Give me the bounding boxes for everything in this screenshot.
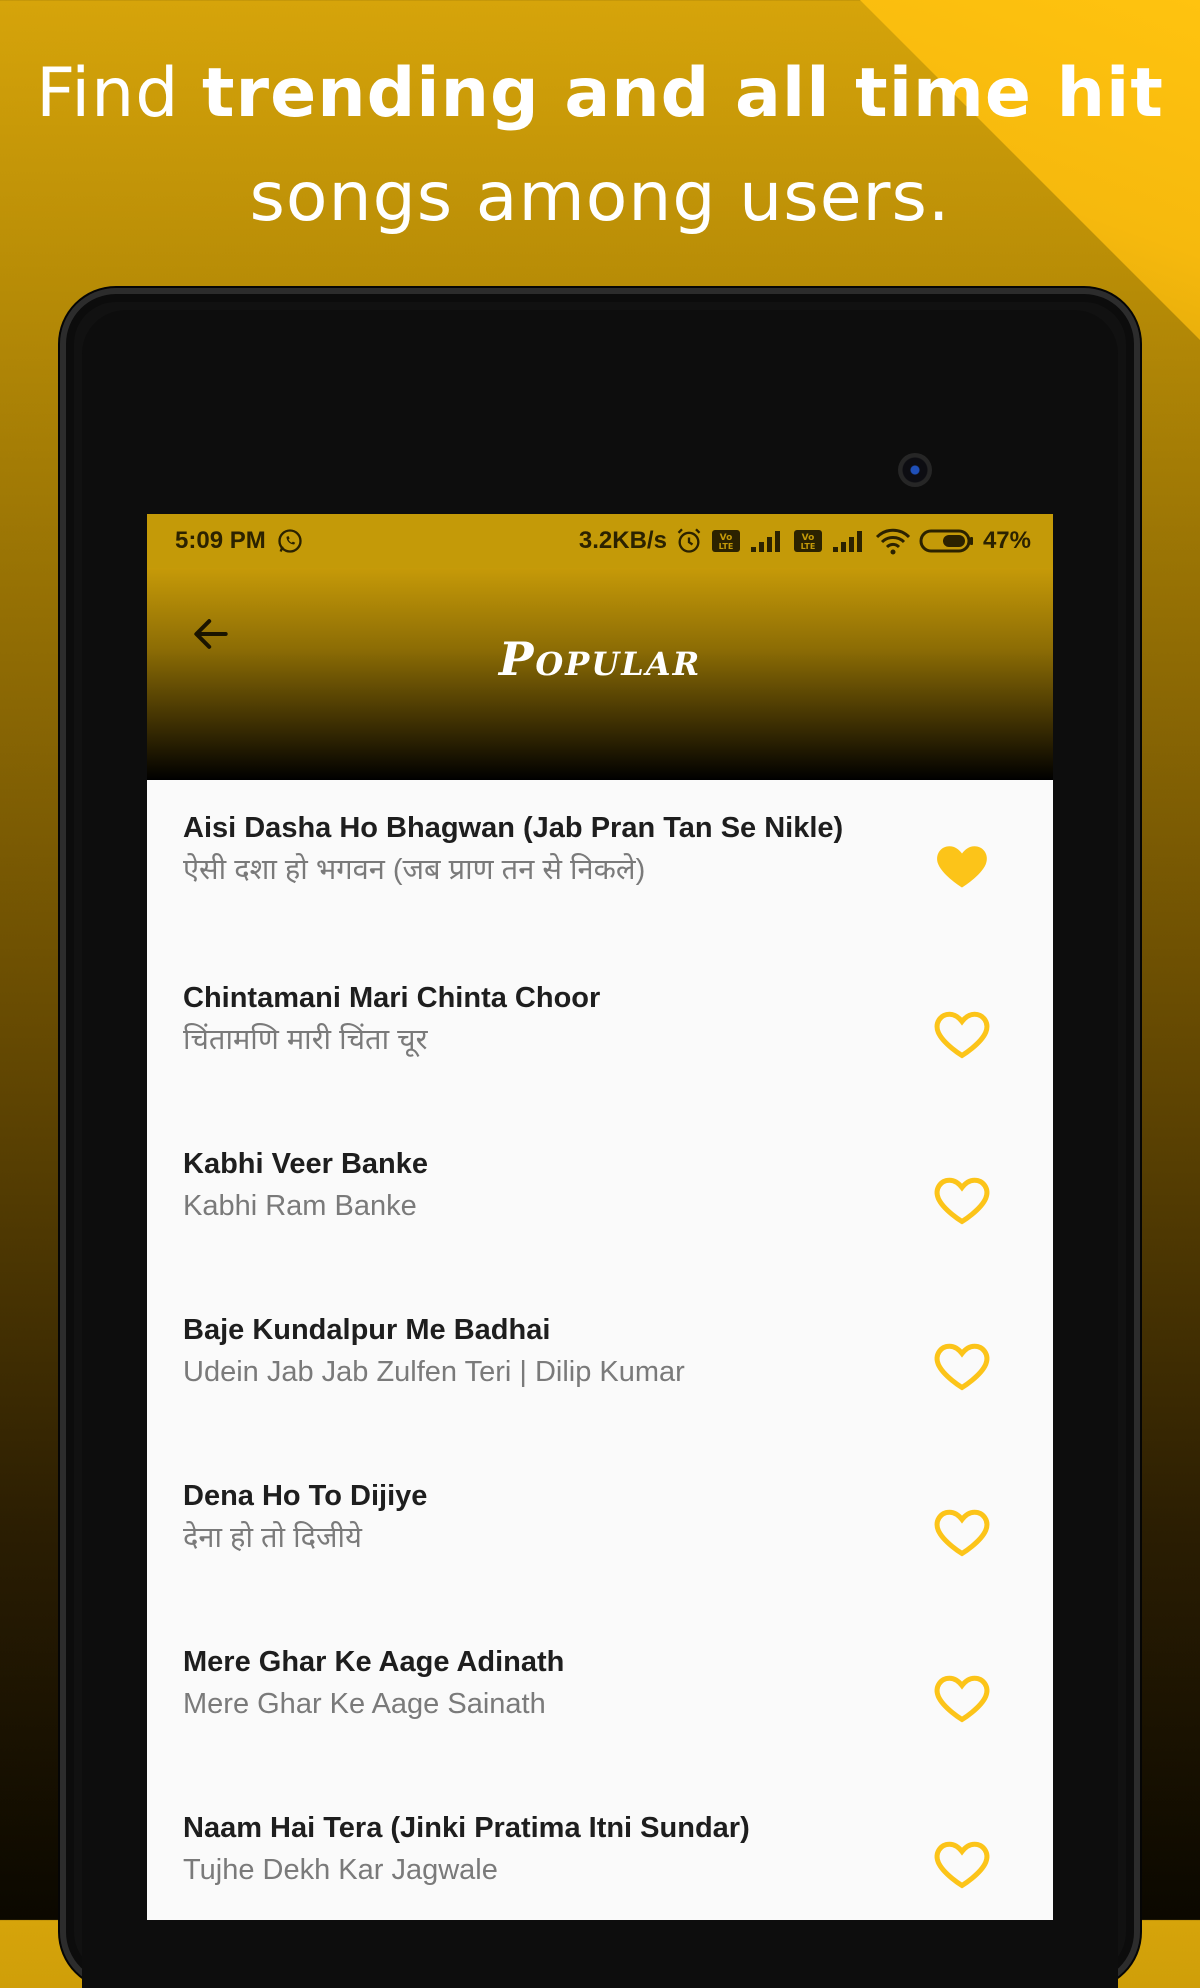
promo-line-1-bold: trending and all time hit [202, 54, 1164, 133]
status-bar: 5:09 PM 3.2KB/s Vo LTE Vo LTE 47% [147, 514, 1053, 568]
app-bar: Popular [147, 568, 1053, 780]
page-title: Popular [498, 632, 702, 686]
song-subtitle: ऐसी दशा हो भगवन (जब प्राण तन से निकले) [183, 854, 646, 886]
song-subtitle: Udein Jab Jab Zulfen Teri | Dilip Kumar [183, 1356, 685, 1388]
song-list-item[interactable]: Aisi Dasha Ho Bhagwan (Jab Pran Tan Se N… [147, 780, 1053, 950]
favorite-outline-heart-icon[interactable] [931, 1500, 993, 1562]
favorite-filled-heart-icon[interactable] [931, 834, 993, 896]
front-camera-icon [898, 453, 932, 487]
svg-text:LTE: LTE [719, 542, 734, 551]
song-title: Chintamani Mari Chinta Choor [183, 982, 601, 1014]
promo-line-2: songs among users. [249, 158, 951, 237]
song-subtitle: चिंतामणि मारी चिंता चूर [183, 1024, 428, 1056]
wifi-icon [875, 527, 911, 555]
song-list: Aisi Dasha Ho Bhagwan (Jab Pran Tan Se N… [147, 780, 1053, 1920]
phone-screen: 5:09 PM 3.2KB/s Vo LTE Vo LTE 47% Popula… [147, 514, 1053, 1920]
song-list-item[interactable]: Naam Hai Tera (Jinki Pratima Itni Sundar… [147, 1780, 1053, 1920]
song-list-item[interactable]: Chintamani Mari Chinta Choor चिंतामणि मार… [147, 950, 1053, 1116]
whatsapp-icon [276, 527, 304, 555]
song-title: Dena Ho To Dijiye [183, 1480, 428, 1512]
battery-icon [919, 528, 975, 554]
song-subtitle: Tujhe Dekh Kar Jagwale [183, 1854, 498, 1886]
battery-percent: 47% [982, 527, 1031, 554]
song-title: Baje Kundalpur Me Badhai [183, 1314, 551, 1346]
favorite-outline-heart-icon[interactable] [931, 1334, 993, 1396]
volte-icon-2: Vo LTE [793, 529, 823, 553]
song-subtitle: Mere Ghar Ke Aage Sainath [183, 1688, 546, 1720]
promo-line-1-light: Find [36, 54, 203, 133]
song-list-item[interactable]: Baje Kundalpur Me Badhai Udein Jab Jab Zu… [147, 1282, 1053, 1448]
status-net-speed: 3.2KB/s [578, 527, 667, 554]
volte-icon: Vo LTE [711, 529, 741, 553]
signal-icon-2 [831, 529, 867, 553]
song-title: Naam Hai Tera (Jinki Pratima Itni Sundar… [183, 1812, 750, 1844]
song-list-item[interactable]: Dena Ho To Dijiye देना हो तो दिजीये [147, 1448, 1053, 1614]
alarm-icon [675, 527, 703, 555]
favorite-outline-heart-icon[interactable] [931, 1168, 993, 1230]
promo-line-1: Find trending and all time hit [0, 42, 1200, 146]
song-title: Kabhi Veer Banke [183, 1148, 428, 1180]
song-title: Aisi Dasha Ho Bhagwan (Jab Pran Tan Se N… [183, 812, 844, 844]
song-list-item[interactable]: Mere Ghar Ke Aage Adinath Mere Ghar Ke Aa… [147, 1614, 1053, 1780]
signal-icon [749, 529, 785, 553]
svg-text:LTE: LTE [801, 542, 816, 551]
status-time: 5:09 PM [175, 527, 266, 554]
song-title: Mere Ghar Ke Aage Adinath [183, 1646, 565, 1678]
song-list-item[interactable]: Kabhi Veer Banke Kabhi Ram Banke [147, 1116, 1053, 1282]
promo-headline: Find trending and all time hit songs amo… [0, 42, 1200, 250]
favorite-outline-heart-icon[interactable] [931, 1002, 993, 1064]
favorite-outline-heart-icon[interactable] [931, 1832, 993, 1894]
song-subtitle: देना हो तो दिजीये [183, 1522, 362, 1554]
favorite-outline-heart-icon[interactable] [931, 1666, 993, 1728]
song-subtitle: Kabhi Ram Banke [183, 1190, 417, 1222]
